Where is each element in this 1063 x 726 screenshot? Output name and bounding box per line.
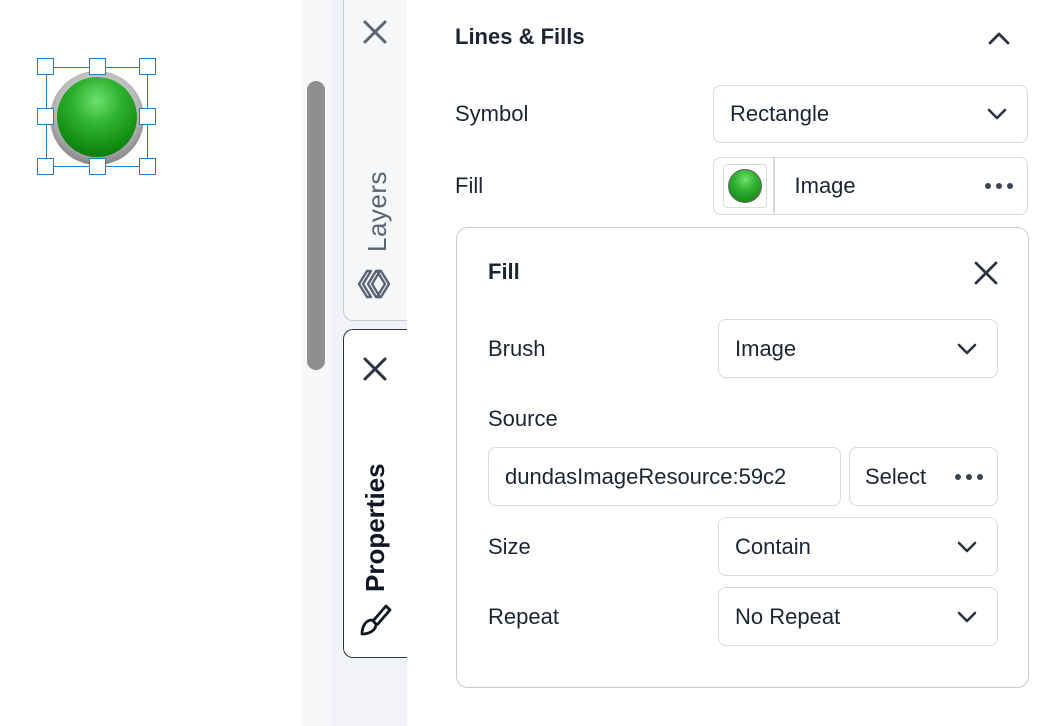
properties-panel: Lines & Fills Symbol Rectangle Fill Imag… (407, 0, 1063, 726)
close-icon[interactable] (969, 256, 1003, 290)
tab-layers-label: Layers (362, 170, 392, 252)
chevron-up-icon[interactable] (985, 26, 1013, 50)
popup-title: Fill (488, 259, 520, 284)
fill-label: Fill (455, 173, 484, 198)
symbol-value: Rectangle (730, 101, 830, 126)
tab-properties[interactable]: Properties (343, 329, 407, 658)
repeat-label: Repeat (488, 604, 559, 629)
fill-swatch (728, 169, 762, 203)
resize-handle-left[interactable] (37, 108, 54, 125)
chevron-down-icon (957, 343, 977, 354)
dashboard-canvas (0, 0, 302, 726)
chevron-down-icon (987, 108, 1007, 120)
repeat-dropdown[interactable]: No Repeat (718, 587, 998, 646)
symbol-label: Symbol (455, 101, 529, 126)
source-select-button[interactable]: Select (849, 447, 998, 506)
tab-properties-label: Properties (360, 463, 390, 592)
resize-handle-right[interactable] (139, 108, 156, 125)
brush-value: Image (735, 335, 797, 361)
source-label: Source (488, 406, 558, 431)
chevron-down-icon (957, 541, 977, 552)
close-icon[interactable] (358, 15, 392, 49)
fill-popup: Fill Brush Image Source dundasImageResou… (456, 227, 1029, 688)
size-label: Size (488, 534, 531, 559)
source-value: dundasImageResource:59c2 (505, 463, 787, 489)
resize-handle-bottom-right[interactable] (139, 158, 156, 175)
resize-handle-top-right[interactable] (139, 58, 156, 75)
symbol-dropdown[interactable]: Rectangle (713, 85, 1028, 143)
tab-layers[interactable]: Layers (343, 0, 407, 321)
selection-frame (46, 67, 148, 167)
canvas-scrollbar-thumb[interactable] (307, 81, 325, 370)
brush-dropdown[interactable]: Image (718, 319, 998, 378)
size-value: Contain (735, 533, 811, 559)
chevron-down-icon (957, 611, 977, 622)
brush-label: Brush (488, 336, 546, 361)
more-icon[interactable] (985, 183, 1013, 189)
close-icon[interactable] (358, 352, 392, 386)
size-dropdown[interactable]: Contain (718, 517, 998, 576)
repeat-value: No Repeat (735, 603, 841, 629)
select-label: Select (865, 463, 927, 489)
fill-field[interactable]: Image (713, 157, 1028, 215)
resize-handle-bottom-left[interactable] (37, 158, 54, 175)
section-title: Lines & Fills (455, 24, 585, 49)
layers-icon (356, 265, 394, 303)
resize-handle-top-left[interactable] (37, 58, 54, 75)
resize-handle-top[interactable] (89, 58, 106, 75)
source-input[interactable]: dundasImageResource:59c2 (488, 447, 841, 506)
fill-swatch-button[interactable] (723, 164, 767, 208)
more-icon (955, 473, 983, 480)
brush-icon (356, 600, 394, 638)
resize-handle-bottom[interactable] (89, 158, 106, 175)
fill-value: Image (794, 173, 856, 198)
